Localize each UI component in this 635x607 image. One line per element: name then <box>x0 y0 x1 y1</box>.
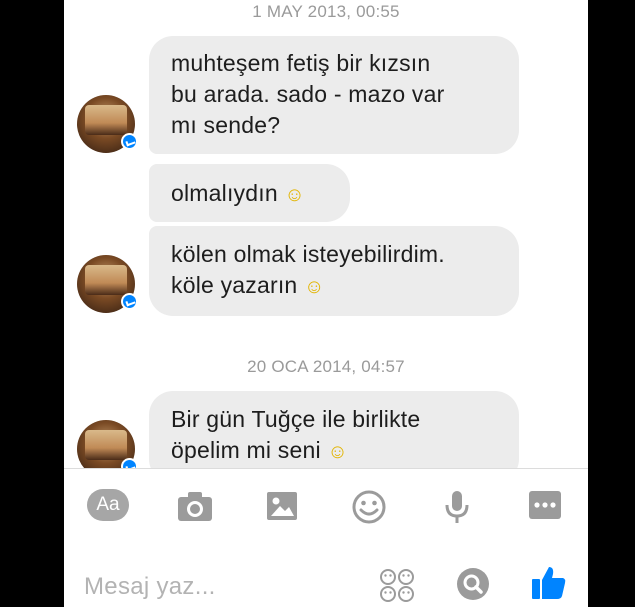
search-gif-button[interactable] <box>456 567 490 606</box>
avatar[interactable] <box>77 255 138 313</box>
message-input[interactable]: Mesaj yaz... <box>84 573 216 601</box>
message-bubble[interactable]: muhteşem fetiş bir kızsın bu arada. sado… <box>149 36 519 154</box>
like-icon <box>532 567 566 599</box>
timestamp: 1 MAY 2013, 00:55 <box>252 2 400 21</box>
message-bubble[interactable]: Bir gün Tuğçe ile birlikte öpelim mi sen… <box>149 391 519 468</box>
message-line: kölen olmak isteyebilirdim. <box>171 241 445 267</box>
message-line: öpelim mi seni <box>171 437 321 463</box>
emoji-icon <box>352 490 386 524</box>
gallery-button[interactable] <box>265 489 303 527</box>
composer-toolbar: Aa <box>64 469 588 547</box>
message-line: mı sende? <box>171 112 281 138</box>
gif-search-icon <box>457 568 489 600</box>
like-button[interactable] <box>530 563 568 606</box>
message-line: muhteşem fetiş bir kızsın <box>171 50 431 76</box>
avatar[interactable] <box>77 420 138 468</box>
message-bubble[interactable]: kölen olmak isteyebilirdim. köle yazarın… <box>149 226 519 316</box>
more-icon <box>529 491 561 519</box>
text-format-button[interactable]: Aa <box>87 489 129 527</box>
messenger-badge-icon <box>121 293 138 310</box>
stickers-icon <box>380 569 414 602</box>
voice-button[interactable] <box>444 489 482 527</box>
avatar[interactable] <box>77 95 138 153</box>
message-line: bu arada. sado - mazo var <box>171 81 445 107</box>
messenger-screen: 1 MAY 2013, 00:55 muhteşem fetiş bir kız… <box>64 0 588 607</box>
messenger-badge-icon <box>121 133 138 150</box>
emoji-button[interactable] <box>351 489 389 527</box>
more-button[interactable] <box>528 489 566 527</box>
text-format-icon: Aa <box>87 489 129 521</box>
message-line: köle yazarın <box>171 272 298 298</box>
gallery-icon <box>267 492 297 520</box>
microphone-icon <box>445 491 469 523</box>
message-composer: Mesaj yaz... <box>64 547 588 607</box>
smile-emoji-icon: ☺ <box>284 184 306 206</box>
message-text: olmalıydın <box>171 180 278 206</box>
conversation-thread[interactable]: 1 MAY 2013, 00:55 muhteşem fetiş bir kız… <box>64 0 588 468</box>
stickers-button[interactable] <box>378 567 416 607</box>
message-line: Bir gün Tuğçe ile birlikte <box>171 406 421 432</box>
camera-icon <box>178 492 212 521</box>
camera-button[interactable] <box>176 489 214 527</box>
smile-emoji-icon: ☺ <box>327 441 349 463</box>
message-bubble[interactable]: olmalıydın ☺ <box>149 164 350 222</box>
grin-emoji-icon: ☺ <box>304 276 325 298</box>
timestamp: 20 OCA 2014, 04:57 <box>247 357 405 376</box>
messenger-badge-icon <box>121 458 138 468</box>
